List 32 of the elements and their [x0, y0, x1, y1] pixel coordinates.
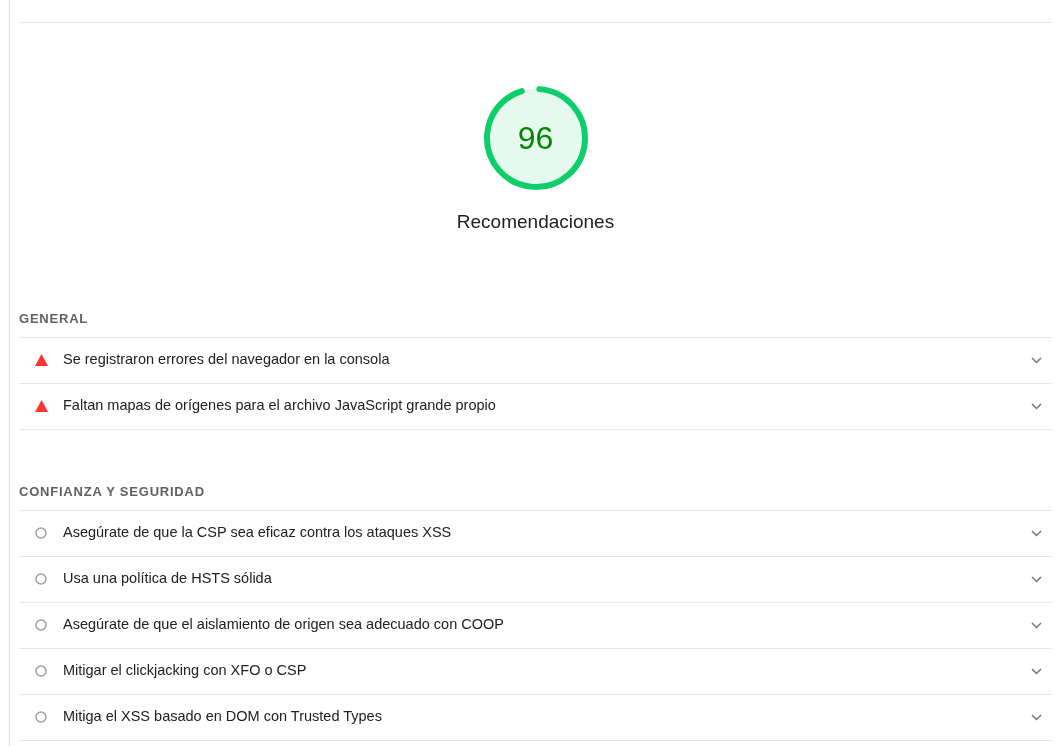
- audit-row[interactable]: Mitigar el clickjacking con XFO o CSP: [19, 647, 1052, 694]
- audit-title: Mitiga el XSS basado en DOM con Trusted Types: [63, 707, 383, 727]
- audit-row[interactable]: Asegúrate de que el aislamiento de origen sea adecuado con COOP: [19, 601, 1052, 648]
- warning-triangle-icon: [35, 400, 48, 412]
- chevron-down-icon: [1031, 575, 1042, 583]
- circle-icon: [35, 665, 47, 677]
- category-title: Recomendaciones: [456, 210, 615, 234]
- chevron-down-icon: [1031, 356, 1042, 364]
- group-heading: CONFIANZA Y SEGURIDAD: [19, 482, 206, 501]
- warning-triangle-icon: [35, 354, 48, 366]
- circle-icon: [35, 711, 47, 723]
- audit-title: Usa una política de HSTS sólida: [63, 569, 273, 589]
- audit-title: Asegúrate de que el aislamiento de origen sea adecuado con COOP: [63, 615, 505, 635]
- circle-icon: [35, 527, 47, 539]
- audit-title: Faltan mapas de orígenes para el archivo JavaScript grande propio: [63, 396, 497, 416]
- chevron-down-icon: [1031, 529, 1042, 537]
- chevron-down-icon: [1031, 621, 1042, 629]
- audit-row[interactable]: Mitiga el XSS basado en DOM con Trusted Types: [19, 693, 1052, 740]
- chevron-down-icon: [1031, 667, 1042, 675]
- audit-row[interactable]: Faltan mapas de orígenes para el archivo JavaScript grande propio: [19, 382, 1052, 429]
- circle-icon: [35, 619, 47, 631]
- chevron-down-icon: [1031, 713, 1042, 721]
- audit-title: Mitigar el clickjacking con XFO o CSP: [63, 661, 308, 681]
- chevron-down-icon: [1031, 402, 1042, 410]
- circle-icon: [35, 573, 47, 585]
- group-heading: GENERAL: [19, 309, 90, 328]
- score-value: 96: [517, 120, 554, 156]
- audit-title: Se registraron errores del navegador en la consola: [63, 350, 391, 370]
- audit-row[interactable]: Usa una política de HSTS sólida: [19, 555, 1052, 602]
- audit-title: Asegúrate de que la CSP sea eficaz contra los ataques XSS: [63, 523, 453, 543]
- audit-row[interactable]: Asegúrate de que la CSP sea eficaz contra los ataques XSS: [19, 509, 1052, 556]
- audit-row[interactable]: Se registraron errores del navegador en la consola: [19, 336, 1052, 383]
